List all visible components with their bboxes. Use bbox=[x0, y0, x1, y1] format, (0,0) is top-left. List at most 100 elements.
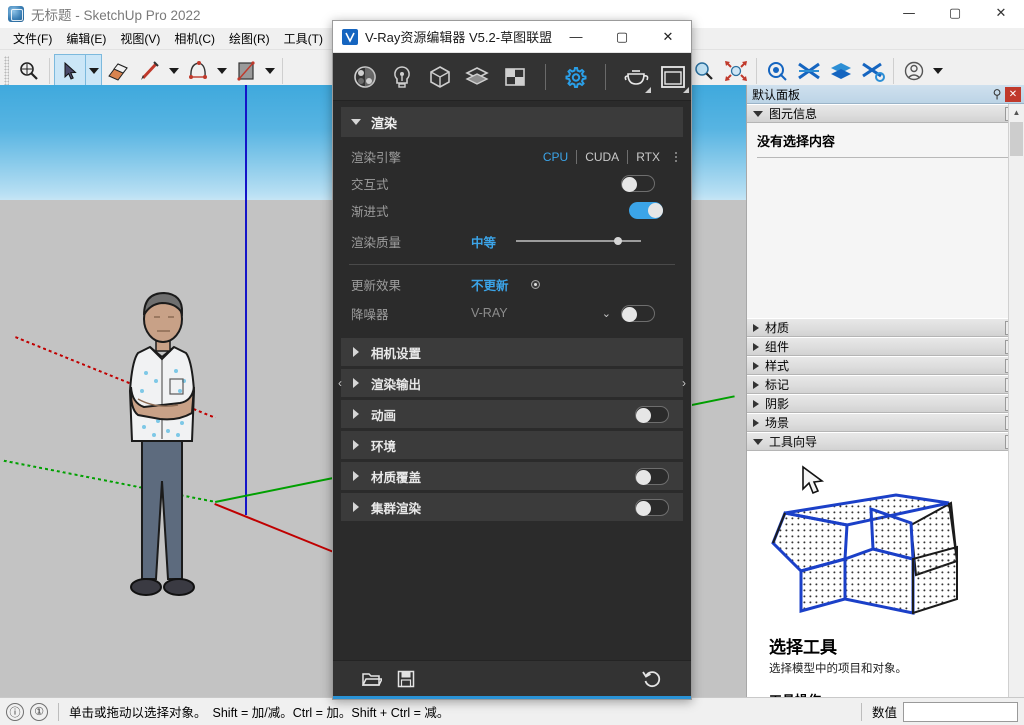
engine-option-cuda[interactable]: CUDA bbox=[577, 150, 627, 164]
vray-layers-button[interactable] bbox=[825, 54, 857, 88]
update-effects-label: 更新效果 bbox=[351, 275, 471, 294]
sidebar-item-instructor[interactable]: 工具向导 ✕ bbox=[747, 432, 1024, 451]
vray-close-button[interactable]: ✕ bbox=[645, 21, 691, 52]
vray-settings-button[interactable] bbox=[557, 59, 593, 95]
save-button[interactable] bbox=[389, 665, 423, 693]
vray-textures-button[interactable] bbox=[460, 59, 496, 95]
measurements-input[interactable] bbox=[903, 702, 1018, 722]
toolbar-grip[interactable] bbox=[4, 56, 9, 86]
zoom-extents-button[interactable] bbox=[720, 54, 752, 88]
dropdown-corner-icon bbox=[645, 87, 651, 93]
pin-icon[interactable]: ⚲ bbox=[989, 86, 1005, 102]
account-button[interactable] bbox=[898, 54, 930, 88]
pencil-tool-dropdown[interactable] bbox=[166, 54, 182, 88]
interactive-toggle[interactable] bbox=[621, 175, 655, 192]
arc-tool-dropdown[interactable] bbox=[214, 54, 230, 88]
rectangle-tool-button[interactable] bbox=[230, 54, 262, 88]
menu-tools[interactable]: 工具(T) bbox=[277, 28, 330, 49]
progressive-toggle[interactable] bbox=[629, 202, 663, 219]
material-override-toggle[interactable] bbox=[635, 468, 669, 485]
denoiser-value[interactable]: V-RAY bbox=[471, 306, 508, 320]
engine-more-icon[interactable] bbox=[675, 152, 677, 162]
sidebar-item-styles[interactable]: 样式 ✕ bbox=[747, 356, 1024, 375]
scrollbar-thumb[interactable] bbox=[1010, 122, 1023, 156]
animation-toggle[interactable] bbox=[635, 406, 669, 423]
vray-lights-button[interactable] bbox=[385, 59, 421, 95]
vray-toolbar bbox=[333, 53, 691, 101]
entity-info-body: 没有选择内容 bbox=[747, 123, 1024, 318]
scroll-up-icon[interactable]: ▲ bbox=[1009, 104, 1024, 120]
vray-render-frame-button[interactable] bbox=[655, 59, 691, 95]
menu-file[interactable]: 文件(F) bbox=[6, 28, 59, 49]
materials-icon bbox=[352, 64, 378, 90]
reset-button[interactable] bbox=[635, 665, 669, 693]
engine-option-cpu[interactable]: CPU bbox=[535, 150, 576, 164]
section-entity-info-header[interactable]: 图元信息 ✕ bbox=[747, 104, 1024, 123]
material-override-section[interactable]: 材质覆盖 bbox=[341, 462, 683, 490]
sidebar-item-components[interactable]: 组件 ✕ bbox=[747, 337, 1024, 356]
status-bar: ⓘ ① 单击或拖动以选择对象。 Shift = 加/减。Ctrl = 加。Shi… bbox=[0, 697, 1024, 725]
vray-maximize-button[interactable]: ▢ bbox=[599, 21, 645, 52]
vray-asset-editor-dialog: V-Ray资源编辑器 V5.2-草图联盟... — ▢ ✕ bbox=[332, 20, 692, 700]
tray-close-button[interactable]: ✕ bbox=[1005, 87, 1021, 102]
render-quality-slider[interactable] bbox=[516, 240, 641, 242]
chevron-down-icon bbox=[753, 439, 763, 445]
open-folder-button[interactable] bbox=[355, 665, 389, 693]
sidebar-item-shadows[interactable]: 阴影 ✕ bbox=[747, 394, 1024, 413]
panel-collapse-left-arrow[interactable]: ‹ bbox=[333, 371, 347, 395]
vray-editor-button[interactable] bbox=[793, 54, 825, 88]
select-tool-button[interactable] bbox=[54, 54, 86, 88]
vray-materials-button[interactable] bbox=[347, 59, 383, 95]
render-output-section[interactable]: 渲染输出 bbox=[341, 369, 683, 397]
select-tool-dropdown[interactable] bbox=[86, 54, 102, 88]
panel-expand-right-arrow[interactable]: › bbox=[677, 371, 691, 395]
geometry-icon bbox=[427, 64, 453, 90]
menu-edit[interactable]: 编辑(E) bbox=[59, 28, 113, 49]
sketchup-app-icon bbox=[8, 6, 24, 22]
maximize-button[interactable]: ▢ bbox=[932, 0, 978, 28]
distributed-rendering-toggle[interactable] bbox=[635, 499, 669, 516]
sidebar-item-tags[interactable]: 标记 ✕ bbox=[747, 375, 1024, 394]
engine-option-rtx[interactable]: RTX bbox=[628, 150, 668, 164]
vray-settings-button[interactable] bbox=[857, 54, 889, 88]
minimize-button[interactable]: — bbox=[886, 0, 932, 28]
pencil-tool-button[interactable] bbox=[134, 54, 166, 88]
arc-tool-button[interactable] bbox=[182, 54, 214, 88]
update-effects-radio[interactable] bbox=[531, 280, 540, 289]
eraser-tool-button[interactable] bbox=[102, 54, 134, 88]
info-icon[interactable]: ⓘ bbox=[6, 703, 24, 721]
animation-section[interactable]: 动画 bbox=[341, 400, 683, 428]
vray-minimize-button[interactable]: — bbox=[553, 21, 599, 52]
rectangle-tool-dropdown[interactable] bbox=[262, 54, 278, 88]
menu-view[interactable]: 视图(V) bbox=[113, 28, 167, 49]
zoom-tool-button[interactable] bbox=[13, 54, 45, 88]
vray-render-elements-button[interactable] bbox=[497, 59, 533, 95]
person-model[interactable] bbox=[118, 291, 214, 613]
vray-render-button[interactable] bbox=[761, 54, 793, 88]
tray-scrollbar[interactable]: ▲ bbox=[1008, 104, 1024, 697]
eraser-icon bbox=[106, 60, 130, 82]
sidebar-item-scenes[interactable]: 场景 ✕ bbox=[747, 413, 1024, 432]
denoiser-toggle[interactable] bbox=[621, 305, 655, 322]
camera-settings-section[interactable]: 相机设置 bbox=[341, 338, 683, 366]
arrow-cursor-icon bbox=[60, 61, 80, 81]
distributed-rendering-section[interactable]: 集群渲染 bbox=[341, 493, 683, 521]
account-dropdown[interactable] bbox=[930, 54, 946, 88]
render-section-header[interactable]: 渲染 bbox=[341, 107, 683, 137]
environment-section[interactable]: 环境 bbox=[341, 431, 683, 459]
close-button[interactable]: ✕ bbox=[978, 0, 1024, 28]
section-title: 标记 bbox=[765, 376, 999, 393]
sidebar-item-materials[interactable]: 材质 ✕ bbox=[747, 318, 1024, 337]
chevron-down-icon[interactable]: ⌄ bbox=[602, 307, 611, 320]
reset-icon bbox=[642, 669, 662, 689]
menu-camera[interactable]: 相机(C) bbox=[167, 28, 222, 49]
vray-geometry-button[interactable] bbox=[422, 59, 458, 95]
blue-axis bbox=[245, 85, 247, 515]
help-icon[interactable]: ① bbox=[30, 703, 48, 721]
render-quality-value[interactable]: 中等 bbox=[471, 232, 496, 251]
orbit-tool-button[interactable] bbox=[688, 54, 720, 88]
vray-preview-button[interactable] bbox=[618, 59, 654, 95]
chevron-right-icon bbox=[353, 502, 359, 512]
menu-draw[interactable]: 绘图(R) bbox=[222, 28, 277, 49]
update-effects-value[interactable]: 不更新 bbox=[471, 275, 509, 294]
